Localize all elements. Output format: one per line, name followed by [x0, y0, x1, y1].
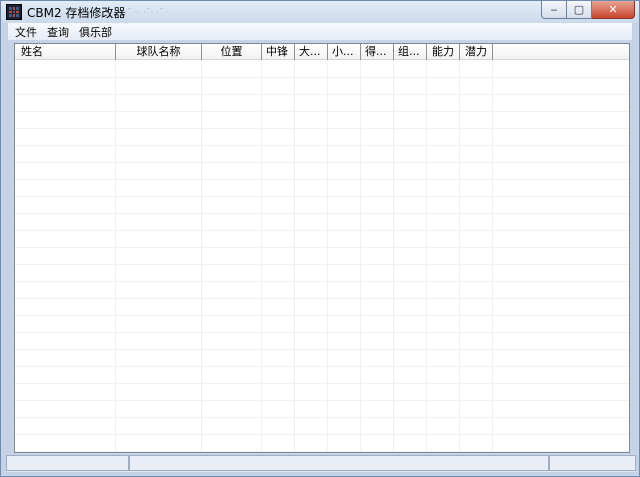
menu-file[interactable]: 文件	[10, 24, 42, 40]
close-icon: ✕	[608, 3, 618, 16]
maximize-button[interactable]: ▢	[567, 1, 592, 19]
grid-row-line	[15, 247, 629, 248]
grid-row-line	[15, 281, 629, 282]
list-header: 姓名 球队名称 位置 中锋 大... 小... 得... 组... 能力 潜力	[15, 44, 629, 60]
grid-row-line	[15, 383, 629, 384]
grid-column-line	[327, 61, 328, 452]
grid-row-line	[15, 332, 629, 333]
grid-row-line	[15, 349, 629, 350]
status-pane-middle	[129, 455, 549, 471]
column-header-center[interactable]: 中锋	[262, 44, 295, 60]
list-body[interactable]	[15, 61, 629, 452]
grid-row-line	[15, 162, 629, 163]
grid-row-line	[15, 179, 629, 180]
grid-row-line	[15, 230, 629, 231]
maximize-icon: ▢	[573, 3, 585, 16]
caption-buttons: ‒ ▢ ✕	[541, 1, 635, 19]
app-window: CBM2 存档修改器 ˉ˙ ·· ··ˉ ·· ·ˉ· ·ˉ · ‒ ▢ ✕ 文…	[0, 0, 640, 477]
grid-row-line	[15, 128, 629, 129]
column-header-position[interactable]: 位置	[202, 44, 262, 60]
grid-row-line	[15, 196, 629, 197]
column-header-name[interactable]: 姓名	[15, 44, 116, 60]
grid-column-line	[261, 61, 262, 452]
menu-query[interactable]: 查询	[42, 24, 74, 40]
column-header-shooting-guard[interactable]: 得...	[361, 44, 394, 60]
grid-row-line	[15, 111, 629, 112]
grid-row-line	[15, 94, 629, 95]
grid-row-line	[15, 366, 629, 367]
grid-row-line	[15, 298, 629, 299]
grid-column-line	[360, 61, 361, 452]
close-button[interactable]: ✕	[592, 1, 635, 19]
grid-column-line	[115, 61, 116, 452]
player-list[interactable]: 姓名 球队名称 位置 中锋 大... 小... 得... 组... 能力 潜力	[14, 43, 630, 453]
grid-row-line	[15, 400, 629, 401]
grid-row-line	[15, 315, 629, 316]
grid-column-line	[201, 61, 202, 452]
grid-column-line	[459, 61, 460, 452]
grid-column-line	[393, 61, 394, 452]
grid-column-line	[294, 61, 295, 452]
grid-row-line	[15, 264, 629, 265]
grid-row-line	[15, 434, 629, 435]
column-header-power-forward[interactable]: 大...	[295, 44, 328, 60]
column-header-small-forward[interactable]: 小...	[328, 44, 361, 60]
menu-bar: 文件 查询 俱乐部	[8, 23, 632, 40]
grid-row-line	[15, 213, 629, 214]
grid-row-line	[15, 451, 629, 452]
grid-row-line	[15, 417, 629, 418]
column-header-point-guard[interactable]: 组...	[394, 44, 427, 60]
status-bar	[6, 455, 636, 472]
title-bar[interactable]: CBM2 存档修改器 ˉ˙ ·· ··ˉ ·· ·ˉ· ·ˉ · ‒ ▢ ✕	[1, 1, 639, 23]
status-pane-right	[549, 455, 636, 471]
column-header-ability[interactable]: 能力	[427, 44, 460, 60]
column-header-team[interactable]: 球队名称	[116, 44, 202, 60]
grid-column-line	[426, 61, 427, 452]
menu-club[interactable]: 俱乐部	[74, 24, 117, 40]
grid-row-line	[15, 77, 629, 78]
column-header-potential[interactable]: 潜力	[460, 44, 493, 60]
minimize-button[interactable]: ‒	[541, 1, 567, 19]
minimize-icon: ‒	[550, 3, 558, 16]
app-icon[interactable]	[6, 4, 22, 20]
grid-column-line	[492, 61, 493, 452]
title-ghost-text: ˉ˙ ·· ··ˉ ·· ·ˉ· ·ˉ ·	[101, 8, 170, 18]
grid-row-line	[15, 145, 629, 146]
status-pane-left	[6, 455, 129, 471]
